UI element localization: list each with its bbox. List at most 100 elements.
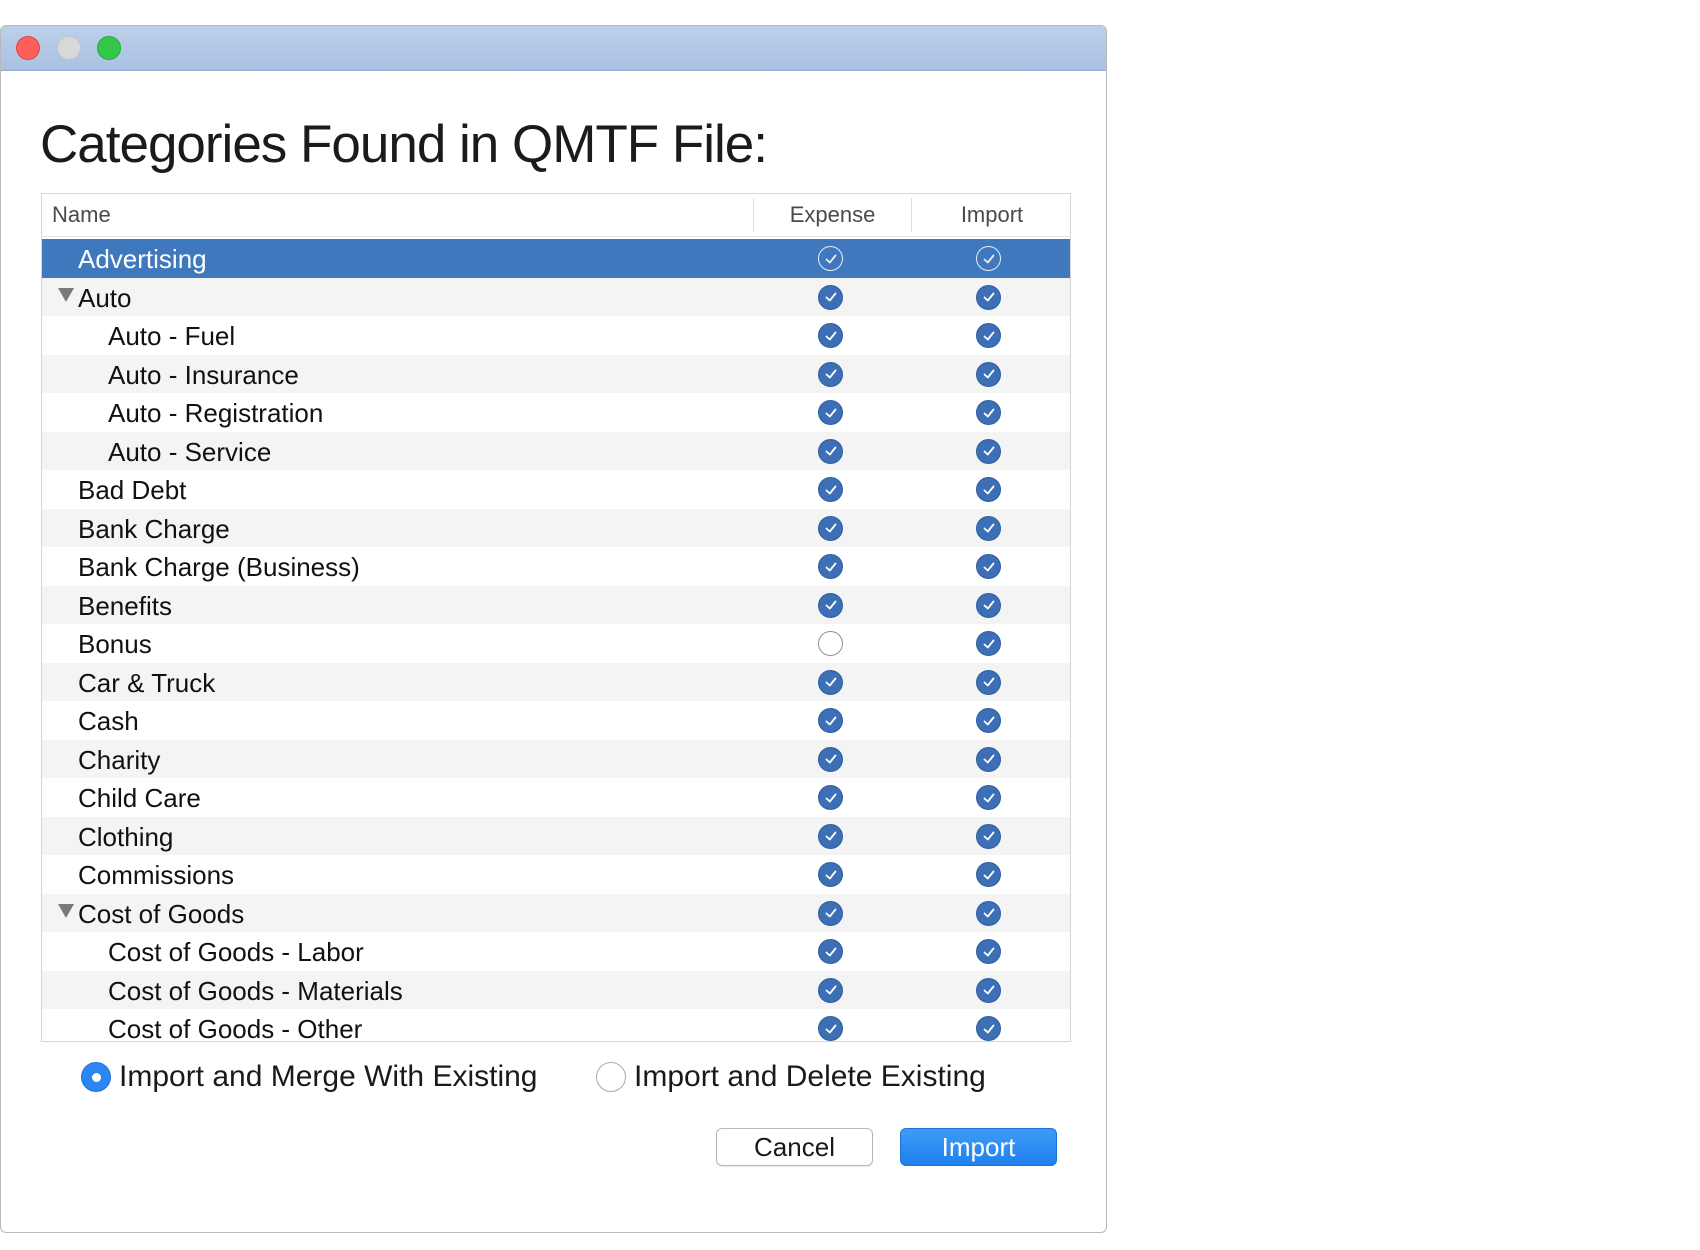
import-checkbox[interactable]: [976, 515, 1001, 541]
title-bar[interactable]: [1, 26, 1106, 71]
import-checkbox[interactable]: [976, 939, 1001, 964]
column-header-import[interactable]: Import: [911, 198, 1070, 232]
delete-radio-label[interactable]: Import and Delete Existing: [634, 1060, 986, 1094]
table-header: Name Expense Import: [42, 194, 1070, 237]
import-checkbox[interactable]: [976, 669, 1001, 695]
category-name: Cost of Goods - Other: [108, 1014, 363, 1042]
import-checkbox[interactable]: [976, 438, 1001, 464]
dialog-heading: Categories Found in QMTF File:: [40, 115, 768, 174]
category-name: Bad Debt: [78, 475, 187, 505]
expense-checkbox[interactable]: [818, 284, 843, 310]
column-header-name[interactable]: Name: [52, 194, 111, 236]
close-window-button[interactable]: [16, 36, 40, 60]
table-row[interactable]: Cost of Goods - Materials: [42, 970, 1070, 1009]
category-name: Auto - Fuel: [108, 321, 236, 351]
delete-radio-option[interactable]: Import and Delete Existing: [596, 1057, 986, 1097]
expense-checkbox[interactable]: [818, 631, 843, 656]
category-name: Bonus: [78, 629, 152, 659]
merge-radio-label[interactable]: Import and Merge With Existing: [119, 1060, 538, 1094]
import-checkbox[interactable]: [976, 823, 1001, 849]
table-row[interactable]: Auto - Service: [42, 431, 1070, 470]
table-row[interactable]: Auto - Fuel: [42, 316, 1070, 355]
table-row[interactable]: Bad Debt: [42, 470, 1070, 509]
expense-checkbox[interactable]: [818, 823, 843, 849]
cancel-button[interactable]: Cancel: [716, 1128, 873, 1166]
category-name: Advertising: [78, 244, 207, 274]
import-checkbox[interactable]: [976, 477, 1001, 502]
expense-checkbox[interactable]: [818, 477, 843, 502]
category-name: Child Care: [78, 783, 201, 813]
import-checkbox[interactable]: [976, 1016, 1001, 1041]
category-name: Cost of Goods: [78, 898, 245, 929]
zoom-window-button[interactable]: [97, 36, 121, 60]
table-row[interactable]: Car & Truck: [42, 662, 1070, 701]
import-checkbox[interactable]: [976, 246, 1001, 271]
category-name: Auto - Insurance: [108, 359, 299, 390]
merge-radio-option[interactable]: Import and Merge With Existing: [81, 1057, 538, 1097]
expense-checkbox[interactable]: [818, 669, 843, 695]
import-checkbox[interactable]: [976, 284, 1001, 310]
expense-checkbox[interactable]: [818, 323, 843, 348]
import-checkbox[interactable]: [976, 400, 1001, 425]
category-name: Commissions: [78, 860, 235, 890]
category-name: Auto - Service: [108, 436, 272, 467]
table-row[interactable]: Cost of Goods - Labor: [42, 932, 1070, 971]
import-checkbox[interactable]: [976, 862, 1001, 887]
expense-checkbox[interactable]: [818, 708, 843, 733]
expense-checkbox[interactable]: [818, 438, 843, 464]
expense-checkbox[interactable]: [818, 977, 843, 1003]
table-row[interactable]: Bonus: [42, 624, 1070, 663]
table-row[interactable]: Cost of Goods: [42, 893, 1070, 932]
merge-radio-button[interactable]: [81, 1062, 111, 1092]
import-button[interactable]: Import: [900, 1128, 1057, 1166]
table-row[interactable]: Cost of Goods - Other: [42, 1009, 1070, 1042]
expense-checkbox[interactable]: [818, 900, 843, 926]
table-row[interactable]: Child Care: [42, 778, 1070, 817]
expense-checkbox[interactable]: [818, 862, 843, 887]
import-checkbox[interactable]: [976, 977, 1001, 1003]
disclosure-triangle-icon[interactable]: [58, 903, 74, 918]
category-name: Benefits: [78, 590, 172, 621]
table-row[interactable]: Auto - Insurance: [42, 354, 1070, 393]
import-checkbox[interactable]: [976, 785, 1001, 810]
import-checkbox[interactable]: [976, 361, 1001, 387]
import-categories-window: Categories Found in QMTF File: Name Expe…: [0, 25, 1107, 1233]
table-row[interactable]: Bank Charge: [42, 508, 1070, 547]
import-checkbox[interactable]: [976, 631, 1001, 656]
expense-checkbox[interactable]: [818, 939, 843, 964]
table-row[interactable]: Commissions: [42, 855, 1070, 894]
expense-checkbox[interactable]: [818, 400, 843, 425]
category-name: Auto - Registration: [108, 398, 324, 428]
minimize-window-button[interactable]: [57, 36, 81, 60]
table-row[interactable]: Bank Charge (Business): [42, 547, 1070, 586]
expense-checkbox[interactable]: [818, 592, 843, 618]
import-checkbox[interactable]: [976, 323, 1001, 348]
table-row[interactable]: Cash: [42, 701, 1070, 740]
category-name: Bank Charge: [78, 513, 230, 544]
expense-checkbox[interactable]: [818, 785, 843, 810]
expense-checkbox[interactable]: [818, 554, 843, 579]
delete-radio-button[interactable]: [596, 1062, 626, 1092]
expense-checkbox[interactable]: [818, 746, 843, 772]
disclosure-triangle-icon[interactable]: [58, 287, 74, 302]
category-name: Cash: [78, 706, 139, 736]
expense-checkbox[interactable]: [818, 246, 843, 271]
column-header-expense[interactable]: Expense: [753, 198, 911, 232]
category-name: Clothing: [78, 821, 174, 852]
import-checkbox[interactable]: [976, 592, 1001, 618]
expense-checkbox[interactable]: [818, 1016, 843, 1041]
table-row[interactable]: Auto - Registration: [42, 393, 1070, 432]
import-checkbox[interactable]: [976, 900, 1001, 926]
import-checkbox[interactable]: [976, 554, 1001, 579]
table-row[interactable]: Charity: [42, 739, 1070, 778]
table-row[interactable]: Benefits: [42, 585, 1070, 624]
table-row[interactable]: Advertising: [42, 239, 1070, 278]
expense-checkbox[interactable]: [818, 361, 843, 387]
import-checkbox[interactable]: [976, 708, 1001, 733]
table-row[interactable]: Auto: [42, 277, 1070, 316]
expense-checkbox[interactable]: [818, 515, 843, 541]
table-body: Advertising Auto Auto - Fuel Auto - Insuran…: [42, 239, 1070, 1042]
categories-table[interactable]: Name Expense Import Advertising Auto Auto …: [41, 193, 1071, 1042]
table-row[interactable]: Clothing: [42, 816, 1070, 855]
import-checkbox[interactable]: [976, 746, 1001, 772]
